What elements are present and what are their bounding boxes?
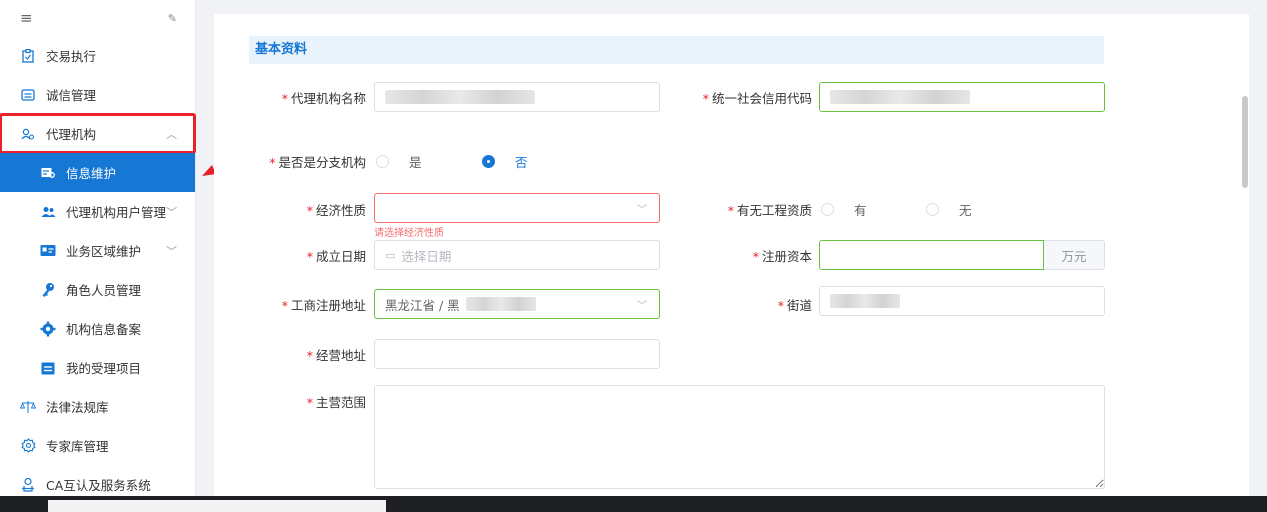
chevron-down-icon: ﹀ [166, 244, 177, 258]
gear-icon [40, 321, 56, 337]
id-card-icon [40, 243, 56, 259]
chevron-down-icon: ﹀ [637, 204, 647, 216]
sidebar-item-label: 机构信息备案 [66, 322, 142, 337]
qual-no-radio[interactable]: 无 [926, 200, 972, 219]
radio-circle-icon [926, 203, 939, 216]
qualification-label: * 有无工程资质 [727, 203, 812, 218]
redacted-block [385, 90, 535, 104]
redacted-block [830, 90, 970, 104]
pin-icon[interactable]: ✎ [168, 12, 177, 25]
agency-name-label: * 代理机构名称 [281, 91, 366, 106]
sidebar-item-label: 专家库管理 [46, 439, 109, 454]
sidebar-item-info-maintenance[interactable]: 信息维护 [0, 153, 195, 192]
sidebar-item-label: 业务区域维护 [66, 244, 142, 259]
sidebar-item-label: 角色人员管理 [66, 283, 142, 298]
chevron-up-icon: ︿ [166, 127, 177, 141]
scale-icon [20, 399, 36, 415]
taskbar [0, 496, 1267, 512]
sidebar-item-business-region[interactable]: 业务区域维护 ﹀ [0, 231, 195, 270]
chevron-down-icon: ﹀ [166, 205, 177, 219]
sidebar-item-label: 法律法规库 [46, 400, 109, 415]
sidebar-item-agency[interactable]: 代理机构 ︿ [0, 113, 196, 154]
sidebar-item-label: 信息维护 [66, 166, 117, 181]
sidebar-header: ≡ ✎ [0, 0, 195, 36]
sidebar-item-trade-execution[interactable]: 交易执行 [0, 36, 195, 75]
biz-scope-label: * 主营范围 [306, 395, 366, 410]
economic-nature-label: * 经济性质 [306, 203, 366, 218]
is-branch-label: * 是否是分支机构 [269, 155, 366, 170]
street-input[interactable] [819, 286, 1105, 316]
establish-date-label: * 成立日期 [306, 249, 366, 264]
clipboard-icon [20, 48, 36, 64]
user-badge-icon [20, 477, 36, 493]
vertical-scrollbar[interactable] [1242, 96, 1248, 188]
sidebar-item-integrity[interactable]: 诚信管理 [0, 75, 195, 114]
radio-checked-icon [482, 155, 495, 168]
chevron-down-icon: ﹀ [637, 300, 647, 312]
key-icon [40, 282, 56, 298]
users-gear-icon [20, 126, 36, 142]
sidebar-item-role-personnel[interactable]: 角色人员管理 [0, 270, 195, 309]
biz-address-input[interactable] [374, 339, 660, 369]
radio-circle-icon [821, 203, 834, 216]
economic-nature-error: 请选择经济性质 [374, 228, 444, 239]
sidebar-item-label: 代理机构 [46, 127, 97, 142]
sidebar-item-label: 交易执行 [46, 49, 97, 64]
reg-address-label: * 工商注册地址 [281, 298, 366, 313]
registered-capital-input[interactable] [819, 240, 1044, 270]
sidebar-item-agency-users[interactable]: 代理机构用户管理 ﹀ [0, 192, 195, 231]
capital-unit: 万元 [1044, 240, 1105, 270]
sidebar-item-label: 代理机构用户管理 [66, 205, 167, 220]
sidebar-item-expert-library[interactable]: 专家库管理 [0, 426, 195, 465]
redacted-block [465, 297, 536, 311]
biz-scope-textarea[interactable] [374, 385, 1105, 489]
sidebar: ≡ ✎ 交易执行 诚信管理 代理机构 ︿ 信息维护 代理机构用户管理 ﹀ 业务区… [0, 0, 196, 496]
section-title: 基本资料 [249, 36, 1104, 64]
reg-address-cascader[interactable]: 黑龙江省 / 黑 ﹀ [374, 289, 660, 319]
branch-yes-radio[interactable]: 是 [376, 152, 422, 171]
users-icon [40, 204, 56, 220]
biz-address-label: * 经营地址 [306, 348, 366, 363]
credit-code-input[interactable] [819, 82, 1105, 112]
settings-icon [20, 438, 36, 454]
credit-code-label: * 统一社会信用代码 [702, 91, 812, 106]
radio-circle-icon [376, 155, 389, 168]
list-card-icon [20, 87, 36, 103]
sidebar-item-law-library[interactable]: 法律法规库 [0, 387, 195, 426]
reg-address-value: 黑龙江省 / 黑 [385, 297, 460, 313]
main-panel: 基本资料 * 代理机构名称 * 统一社会信用代码 * 是否是分支机构 是 否 * 经济性… [214, 14, 1249, 496]
agency-name-input[interactable] [374, 82, 660, 112]
redacted-block [830, 294, 900, 308]
economic-nature-select[interactable]: ﹀ [374, 193, 660, 223]
sidebar-item-agency-filing[interactable]: 机构信息备案 [0, 309, 195, 348]
qual-yes-radio[interactable]: 有 [821, 200, 867, 219]
id-card-search-icon [40, 165, 56, 181]
branch-no-radio[interactable]: 否 [482, 152, 528, 171]
sidebar-item-label: CA互认及服务系统 [46, 478, 151, 493]
sidebar-item-my-projects[interactable]: 我的受理项目 [0, 348, 195, 387]
calendar-list-icon [40, 360, 56, 376]
menu-toggle-icon[interactable]: ≡ [20, 9, 33, 27]
taskbar-segment [48, 500, 386, 512]
registered-capital-label: * 注册资本 [752, 249, 812, 264]
calendar-icon: ▭ [385, 248, 396, 262]
sidebar-item-label: 我的受理项目 [66, 361, 142, 376]
sidebar-item-label: 诚信管理 [46, 88, 97, 103]
date-placeholder: 选择日期 [401, 248, 452, 264]
establish-date-picker[interactable]: ▭ 选择日期 [374, 240, 660, 270]
street-label: * 街道 [777, 298, 812, 313]
